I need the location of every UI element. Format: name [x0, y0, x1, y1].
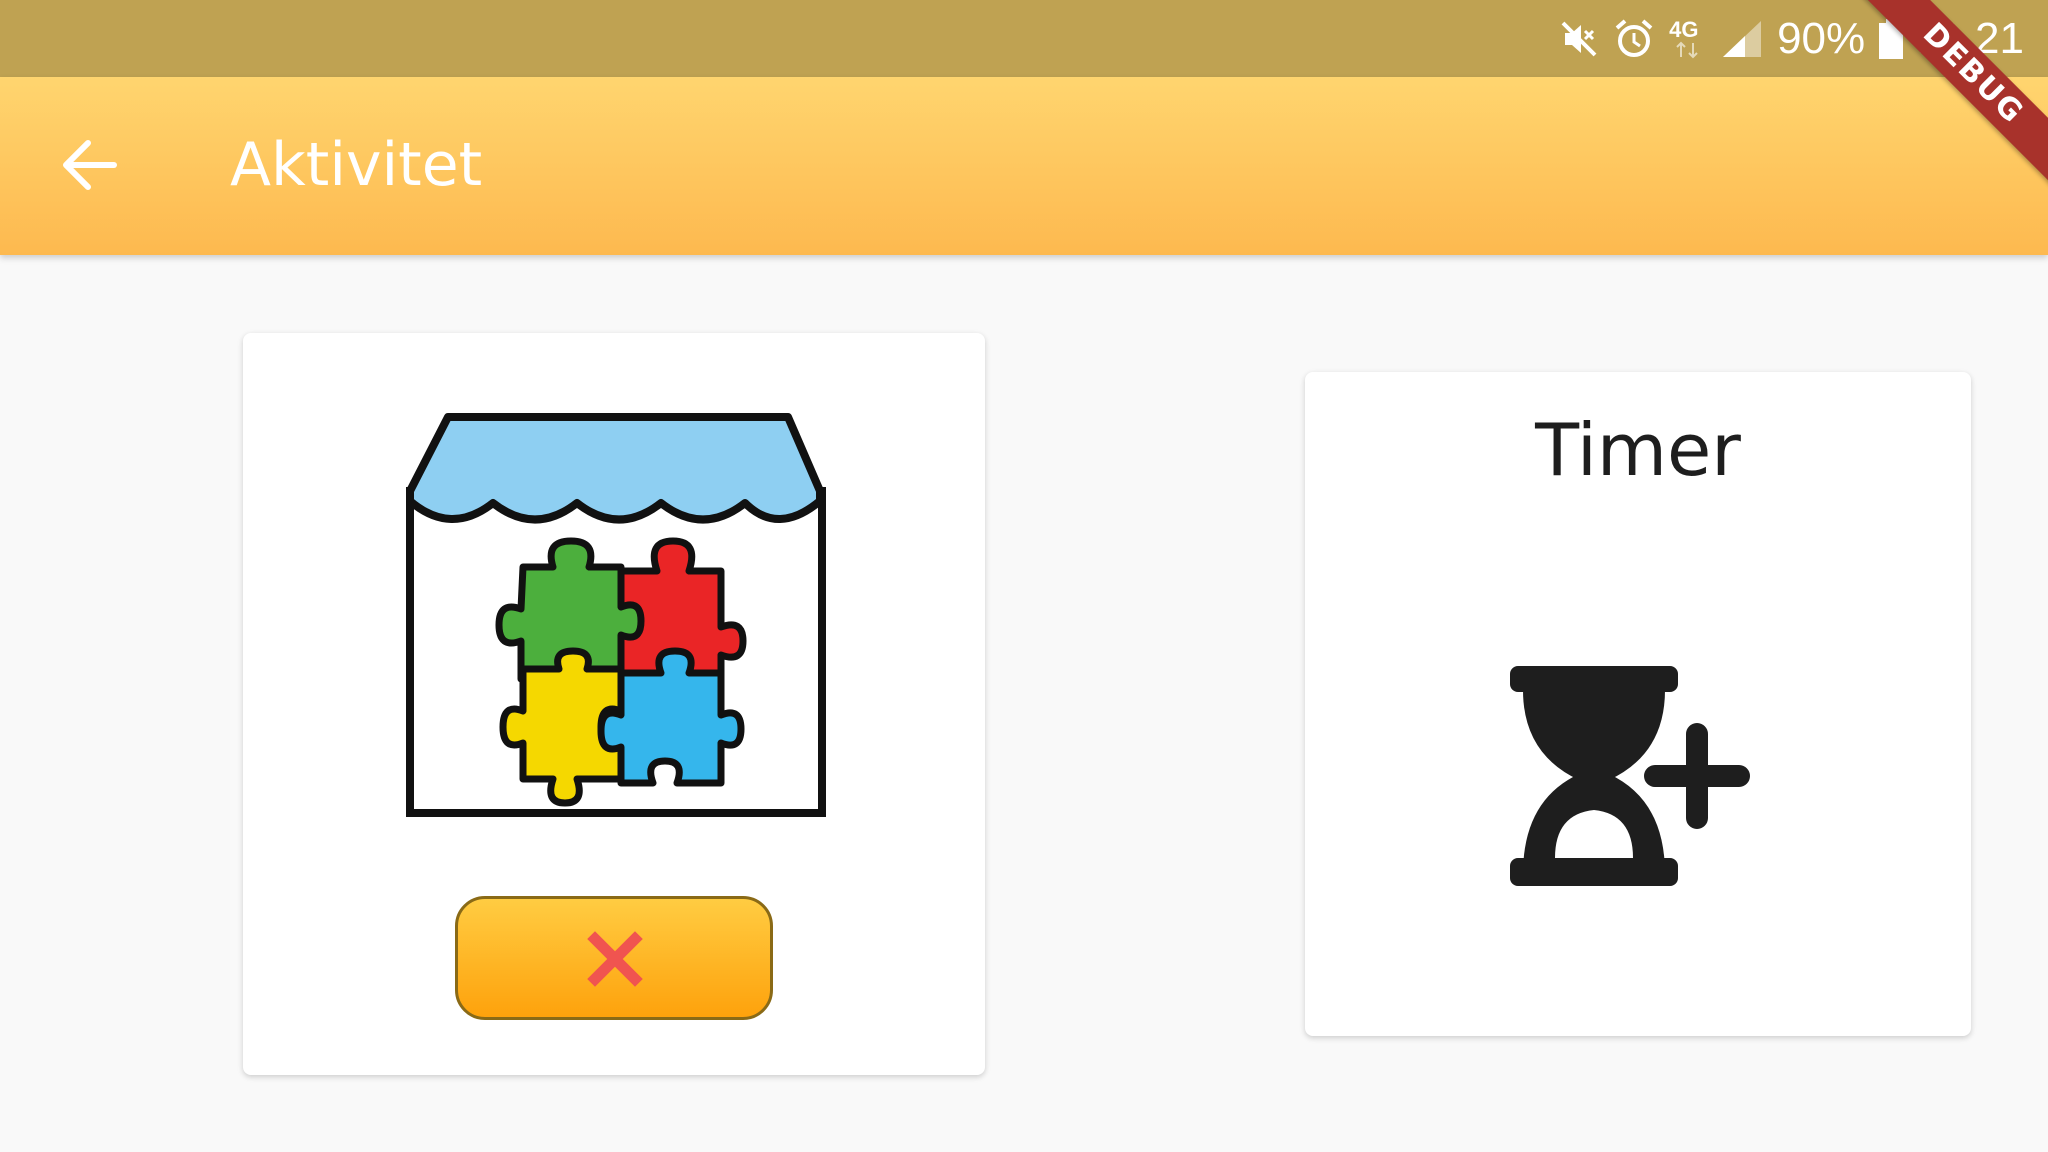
- arrow-back-icon: [63, 140, 117, 190]
- close-icon: [587, 931, 643, 987]
- timer-card[interactable]: Timer: [1305, 372, 1971, 1036]
- hourglass-add-icon[interactable]: [1505, 662, 1765, 902]
- cancel-button[interactable]: [455, 896, 773, 1020]
- activity-card[interactable]: [243, 333, 985, 1075]
- app-bar: Aktivitet: [0, 77, 2048, 255]
- signal-icon: [1721, 19, 1763, 59]
- battery-percentage: 90%: [1777, 14, 1866, 63]
- network-4g-icon: 4G: [1669, 17, 1707, 61]
- page-title: Aktivitet: [230, 130, 483, 200]
- mute-icon: [1559, 19, 1599, 59]
- puzzle-shop-pictogram: [406, 413, 826, 817]
- alarm-icon: [1613, 18, 1655, 60]
- timer-title: Timer: [1535, 408, 1741, 492]
- back-button[interactable]: [54, 129, 126, 201]
- status-bar: 4G 90% 11.21: [0, 0, 2048, 77]
